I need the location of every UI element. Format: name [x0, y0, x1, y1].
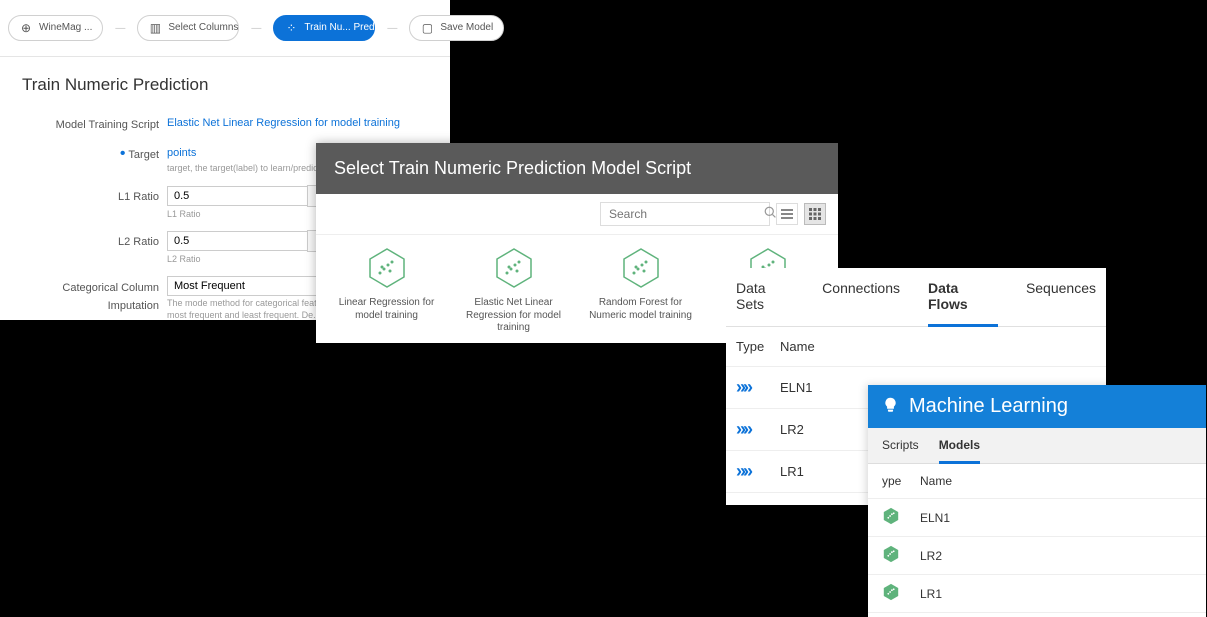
scatter-icon	[493, 247, 535, 289]
model-name: LR2	[920, 549, 942, 563]
flow-name: ELN1	[780, 380, 813, 395]
list-view-toggle[interactable]	[776, 203, 798, 225]
machine-learning-panel: Machine Learning Scripts Models ype Name…	[868, 385, 1206, 617]
columns-icon: ▥	[148, 21, 162, 35]
model-training-script-link[interactable]: Elastic Net Linear Regression for model …	[167, 117, 400, 129]
lightbulb-icon	[882, 396, 899, 418]
tab-data-sets[interactable]: Data Sets	[736, 280, 794, 326]
script-label: Random Forest for Numeric model training	[578, 297, 703, 322]
script-linear-regression[interactable]: Linear Regression for model training	[324, 247, 449, 335]
header-name: Name	[780, 339, 1096, 354]
tab-connections[interactable]: Connections	[822, 280, 900, 326]
grid-view-toggle[interactable]	[804, 203, 826, 225]
tab-sequences[interactable]: Sequences	[1026, 280, 1096, 326]
ml-title: Machine Learning	[909, 395, 1068, 418]
plus-circle-icon: ⊕	[19, 21, 33, 35]
label-l1-ratio: L1 Ratio	[118, 191, 159, 203]
search-input[interactable]	[600, 202, 770, 226]
chevron-right-icon: —	[387, 23, 397, 34]
flow-icon: »»	[736, 377, 780, 398]
label-categorical-imputation: Categorical Column Imputation	[62, 282, 159, 312]
header-type: ype	[882, 474, 920, 488]
flow-icon: »»	[736, 419, 780, 440]
label-target: Target	[128, 149, 159, 161]
list-row[interactable]: ELN1	[868, 499, 1206, 537]
required-indicator: •	[120, 145, 126, 162]
script-elastic-net[interactable]: Elastic Net Linear Regression for model …	[451, 247, 576, 335]
scatter-icon	[620, 247, 662, 289]
breadcrumb-select-columns[interactable]: ▥ Select Columns	[137, 15, 239, 41]
model-icon	[882, 507, 920, 528]
save-icon: ▢	[420, 21, 434, 35]
chevron-right-icon: —	[251, 23, 261, 34]
model-name: ELN1	[920, 511, 950, 525]
modal-title: Select Train Numeric Prediction Model Sc…	[316, 143, 838, 194]
scatter-icon	[366, 247, 408, 289]
flow-name: LR1	[780, 464, 804, 479]
label-l2-ratio: L2 Ratio	[118, 236, 159, 248]
header-type: Type	[736, 339, 780, 354]
flow-name: LR2	[780, 422, 804, 437]
list-row[interactable]: LR1	[868, 575, 1206, 613]
tab-scripts[interactable]: Scripts	[882, 438, 919, 463]
categorical-imputation-select[interactable]: Most Frequent	[167, 276, 327, 296]
list-row[interactable]: LR2	[868, 537, 1206, 575]
script-random-forest[interactable]: Random Forest for Numeric model training	[578, 247, 703, 335]
chevron-right-icon: —	[115, 23, 125, 34]
tab-data-flows[interactable]: Data Flows	[928, 280, 998, 327]
breadcrumb: ⊕ WineMag ... — ▥ Select Columns — ⁘ Tra…	[0, 0, 450, 57]
script-label: Linear Regression for model training	[324, 297, 449, 322]
target-value[interactable]: points	[167, 147, 196, 159]
breadcrumb-winemag[interactable]: ⊕ WineMag ...	[8, 15, 103, 41]
model-icon	[882, 583, 920, 604]
label-model-training-script: Model Training Script	[56, 119, 159, 131]
flow-icon: »»	[736, 461, 780, 482]
search-field[interactable]	[609, 207, 764, 221]
model-icon	[882, 545, 920, 566]
tab-models[interactable]: Models	[939, 438, 980, 464]
model-name: LR1	[920, 587, 942, 601]
l2-ratio-select[interactable]: 0.5	[167, 231, 307, 251]
breadcrumb-train-prediction[interactable]: ⁘ Train Nu... Predictio...	[273, 15, 375, 41]
header-name: Name	[920, 474, 952, 488]
scatter-icon: ⁘	[284, 21, 298, 35]
script-label: Elastic Net Linear Regression for model …	[451, 297, 576, 335]
l1-ratio-select[interactable]: 0.5	[167, 186, 307, 206]
breadcrumb-save-model[interactable]: ▢ Save Model	[409, 15, 504, 41]
page-title: Train Numeric Prediction	[0, 57, 450, 109]
